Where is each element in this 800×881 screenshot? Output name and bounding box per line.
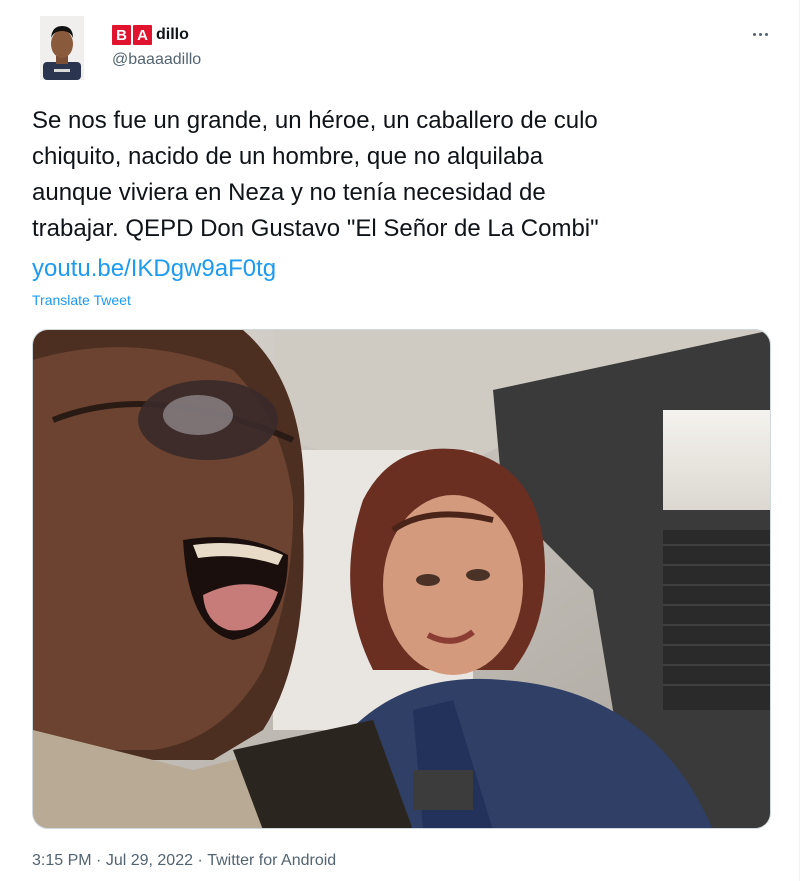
tweet-link[interactable]: youtu.be/IKDgw9aF0tg [32,251,276,287]
avatar-image [40,16,84,80]
tweet-card: B A dillo @baaaadillo Se nos fue un gran… [0,0,800,881]
author-handle[interactable]: @baaaadillo [112,51,201,69]
more-options-button[interactable] [749,26,771,42]
tweet-date[interactable]: Jul 29, 2022 [106,852,193,870]
more-horizontal-icon-dot-2 [758,32,762,36]
author-avatar[interactable] [40,16,84,80]
more-horizontal-icon-dot-3 [764,32,768,36]
photo-image [33,330,770,828]
author-name-text: dillo [156,26,189,43]
more-horizontal-icon [752,32,756,36]
tweet-source[interactable]: Twitter for Android [207,852,336,870]
tweet-meta: 3:15 PM · Jul 29, 2022 · Twitter for And… [32,852,336,870]
tweet-text: Se nos fue un grande, un héroe, un cabal… [32,107,599,242]
tweet-time[interactable]: 3:15 PM [32,852,92,870]
name-badge-b: B [112,25,131,45]
meta-separator: · [193,852,208,869]
translate-tweet-link[interactable]: Translate Tweet [32,292,131,308]
name-badge-a: A [133,25,152,45]
tweet-media-photo[interactable] [32,329,771,829]
meta-separator: · [91,852,106,869]
author-name[interactable]: B A dillo [112,24,189,46]
